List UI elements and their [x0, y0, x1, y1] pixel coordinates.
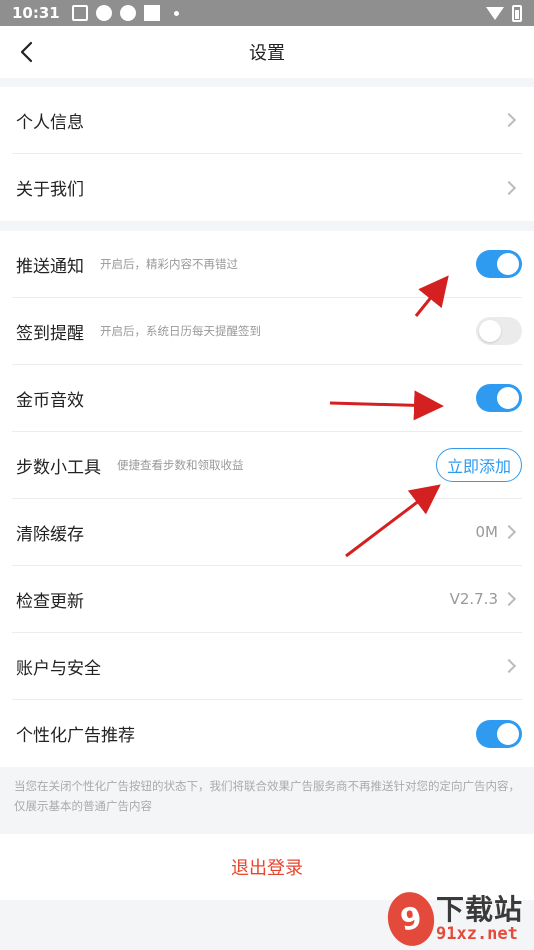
row-label: 步数小工具	[16, 457, 101, 478]
app-notification-icon	[95, 5, 112, 21]
square-icon	[143, 5, 160, 21]
settings-group-main: 推送通知 开启后，精彩内容不再错过 签到提醒 开启后，系统日历每天提醒签到 金币…	[0, 231, 534, 767]
personalized-ads-toggle[interactable]	[476, 719, 522, 748]
row-check-update[interactable]: 检查更新 V2.7.3	[12, 566, 522, 633]
site-watermark-logo: 9 下载站 91xz.net	[383, 888, 534, 950]
app-header: 设置	[0, 26, 534, 78]
back-arrow-icon[interactable]	[16, 40, 40, 64]
row-label: 推送通知	[16, 256, 84, 277]
app-notification-icon-2	[119, 5, 136, 21]
chevron-right-icon	[501, 658, 517, 674]
row-label: 个性化广告推荐	[16, 726, 135, 746]
row-personalized-ads: 个性化广告推荐	[12, 700, 522, 767]
row-checkin-reminder: 签到提醒 开启后，系统日历每天提醒签到	[12, 298, 522, 365]
watermark-mark: 9	[383, 888, 439, 950]
row-coin-sound: 金币音效	[12, 365, 522, 432]
notification-icon	[71, 5, 88, 21]
row-hint: 开启后，精彩内容不再错过	[100, 257, 238, 271]
row-push-notification: 推送通知 开启后，精彩内容不再错过	[12, 231, 522, 298]
row-label: 金币音效	[16, 390, 84, 411]
add-widget-button[interactable]: 立即添加	[435, 448, 522, 482]
status-bar: 10:31	[0, 0, 534, 26]
push-notification-toggle[interactable]	[476, 250, 522, 278]
row-about-us[interactable]: 关于我们	[12, 154, 522, 221]
row-label: 关于我们	[16, 180, 84, 200]
row-label: 签到提醒	[16, 323, 84, 344]
more-notifications-dot-icon	[173, 10, 179, 16]
row-account-security[interactable]: 账户与安全	[12, 633, 522, 700]
row-label: 清除缓存	[16, 524, 84, 545]
battery-icon	[512, 4, 522, 22]
row-hint: 便捷查看步数和领取收益	[117, 458, 244, 472]
status-time: 10:31	[12, 4, 60, 22]
settings-group-profile: 个人信息 关于我们	[0, 87, 534, 221]
row-label: 检查更新	[16, 591, 84, 612]
row-clear-cache[interactable]: 清除缓存 0M	[12, 499, 522, 566]
row-label: 个人信息	[16, 112, 84, 133]
row-hint: 开启后，系统日历每天提醒签到	[100, 324, 261, 338]
row-label: 账户与安全	[16, 658, 101, 679]
cache-size-value: 0M	[475, 523, 499, 541]
row-personal-info[interactable]: 个人信息	[12, 87, 522, 154]
chevron-right-icon	[501, 591, 517, 607]
wifi-icon	[486, 6, 504, 20]
row-step-widget: 步数小工具 便捷查看步数和领取收益 立即添加	[12, 432, 522, 499]
coin-sound-toggle[interactable]	[476, 384, 522, 412]
logout-label: 退出登录	[231, 858, 303, 879]
ads-notice-text: 当您在关闭个性化广告按钮的状态下，我们将联合效果广告服务商不再推送针对您的定向广…	[14, 779, 520, 813]
chevron-right-icon	[501, 112, 517, 128]
checkin-reminder-toggle[interactable]	[476, 317, 522, 345]
watermark-top-text: 下载站	[436, 893, 524, 926]
version-value: V2.7.3	[449, 590, 498, 608]
chevron-right-icon	[501, 524, 517, 540]
chevron-right-icon	[501, 180, 517, 195]
watermark-bottom-text: 91xz.net	[436, 924, 518, 944]
page-title: 设置	[249, 43, 285, 64]
